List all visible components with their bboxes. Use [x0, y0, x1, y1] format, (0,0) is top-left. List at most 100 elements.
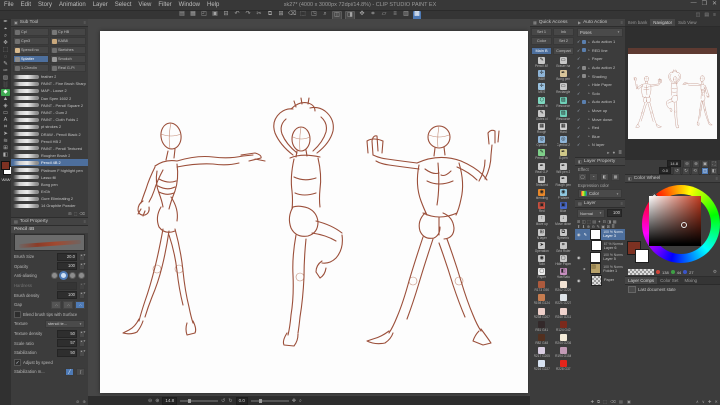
brush-item[interactable]: Gure Eliminating 2: [11, 195, 88, 202]
layer-footer-icon-0[interactable]: ✚: [591, 399, 595, 404]
quick-access-item[interactable]: ↑ Move up: [531, 214, 553, 227]
canvas[interactable]: [100, 31, 528, 393]
layer-opacity-value[interactable]: 100: [607, 209, 622, 218]
layer-row[interactable]: ◉ 100 % Normal Layer 5: [575, 251, 625, 264]
layer-footer-icon-3[interactable]: ⌫: [610, 399, 616, 404]
stabilization-mode-a[interactable]: ╱: [65, 367, 74, 376]
navigator-flip-vertical-icon[interactable]: ◧: [710, 166, 718, 175]
brush-item[interactable]: PAINT - Cloth Folds 2: [11, 116, 88, 123]
layer-row[interactable]: ◉ Paper: [575, 274, 625, 287]
auto-action-footer-icon-1[interactable]: ●: [613, 150, 616, 156]
quick-access-item[interactable]: ▢ Hide Paper: [553, 254, 575, 267]
stabilization-mode-b[interactable]: ∫: [76, 367, 85, 376]
checkbox-icon[interactable]: ✓: [577, 65, 580, 70]
selection-tool[interactable]: ⬚: [1, 47, 10, 54]
operation-tool[interactable]: ➤: [1, 131, 10, 138]
correct-line-tool[interactable]: ◧: [1, 152, 10, 159]
brush-item[interactable]: Platinum F highlight pen: [11, 166, 88, 173]
property-value[interactable]: 57: [57, 339, 77, 348]
menu-window[interactable]: Window: [179, 2, 200, 8]
texture-dropdown[interactable]: stencil te... ▼: [45, 319, 85, 329]
layer-comps-footer-icon-1[interactable]: ∨: [702, 399, 705, 404]
brush-item[interactable]: MAP - Loose 2: [11, 87, 88, 94]
quick-access-tab[interactable]: Ink: [553, 28, 574, 36]
layer-toolbar-icon[interactable]: ⬆: [577, 224, 580, 229]
color-swatch-item[interactable]: R238 G207: [531, 307, 553, 320]
status-zoom-value[interactable]: 14.8: [162, 396, 178, 405]
spinner-arrows[interactable]: ▲▼: [79, 339, 86, 348]
ruler-tool[interactable]: ⌗: [1, 124, 10, 131]
menu-story[interactable]: Story: [38, 2, 52, 8]
layer-row[interactable]: 67 % Normal Layer 6: [575, 240, 625, 252]
checkbox-icon[interactable]: ✓: [577, 134, 580, 139]
color-swatch-item[interactable]: R82 G48: [531, 333, 553, 346]
quick-access-item[interactable]: ◧ Hue/Satu: [553, 267, 575, 280]
pen-tool[interactable]: ✒: [1, 19, 10, 26]
zoom-slider[interactable]: [180, 398, 219, 403]
layer-toolbar-icon[interactable]: ⊠: [607, 224, 610, 229]
color-swatch-item[interactable]: R242 G226: [553, 280, 575, 293]
expand-arrow-icon[interactable]: ▸: [588, 134, 590, 138]
sub-tool-preset[interactable]: Spencil no: [13, 46, 49, 54]
visibility-eye-icon[interactable]: ◉: [577, 232, 582, 237]
menu-layer[interactable]: Layer: [93, 2, 108, 8]
brush-item[interactable]: pt strokes 2: [11, 123, 88, 130]
checkbox-icon[interactable]: ✓: [577, 48, 580, 53]
layer-comps-camera-icon[interactable]: ▣: [627, 399, 631, 404]
property-value[interactable]: 100: [57, 291, 77, 300]
effect-button-1[interactable]: ◔: [589, 173, 598, 182]
action-set-dropdown[interactable]: Poses ▼: [577, 28, 623, 37]
collapse-icon[interactable]: ≡: [621, 201, 623, 206]
sub-tool-preset[interactable]: Cp HB: [50, 28, 86, 36]
expand-arrow-icon[interactable]: ▸: [588, 83, 590, 87]
quick-access-item[interactable]: ▭ Eraser ha: [553, 56, 575, 69]
status-end-icon-1[interactable]: ⌕: [299, 398, 302, 404]
color-swatch-item[interactable]: R173 G90: [531, 280, 553, 293]
brush-item[interactable]: 14 Graphite Powder: [11, 202, 88, 209]
auto-action-item[interactable]: ✓ ▸ Move down: [575, 115, 625, 124]
expand-arrow-icon[interactable]: ▸: [588, 143, 590, 147]
quick-access-subtab[interactable]: Compari: [553, 47, 574, 55]
quick-access-item[interactable]: ▦ Rough: [531, 122, 553, 135]
status-end-icon-0[interactable]: ✥: [292, 398, 296, 404]
collapse-icon[interactable]: ≡: [621, 20, 623, 25]
quick-access-item[interactable]: ▨ Resource: [553, 96, 575, 109]
property-value[interactable]: 20.0: [57, 252, 77, 261]
brush-item[interactable]: ErGh: [11, 188, 88, 195]
expand-arrow-icon[interactable]: ▸: [588, 40, 590, 44]
tab-layer-comps[interactable]: Layer Comps: [625, 277, 658, 284]
sub-tool-footer-icon-1[interactable]: ⬚: [74, 211, 78, 216]
checkbox-icon[interactable]: ✓: [577, 74, 580, 79]
quick-access-subtab[interactable]: Main B: [531, 47, 552, 55]
quick-access-tab[interactable]: Color: [531, 37, 552, 45]
gradient-tool[interactable]: ◈: [1, 103, 10, 110]
spinner-arrows[interactable]: ▲▼: [79, 281, 86, 290]
menu-filter[interactable]: Filter: [158, 2, 171, 8]
rotate-left-icon[interactable]: ↺: [221, 398, 225, 404]
layer-row[interactable]: ◉ ✎ 100 % Normal Layer 3: [575, 228, 625, 241]
eyedropper-tool[interactable]: ◆: [1, 89, 10, 96]
minimize-button[interactable]: —: [691, 0, 697, 7]
checkbox[interactable]: ✓: [14, 358, 21, 366]
text-tool[interactable]: A: [1, 117, 10, 124]
quick-access-item[interactable]: ▣ Red: [531, 201, 553, 214]
collapse-icon[interactable]: ≡: [84, 20, 86, 25]
quick-access-item[interactable]: ◉ P Water: [553, 188, 575, 201]
rotation-slider-handle[interactable]: [258, 398, 262, 403]
quick-access-item[interactable]: ◉ Solo: [531, 254, 553, 267]
sub-tool-footer-icon-2[interactable]: ⌫: [79, 211, 85, 216]
quick-access-item[interactable]: ➤ Operation: [531, 241, 553, 254]
expand-arrow-icon[interactable]: ▸: [588, 48, 590, 52]
navigator-rotate-icon-2[interactable]: ⟲: [691, 166, 699, 175]
sub-tool-preset[interactable]: KAB8: [50, 37, 86, 45]
quick-access-item[interactable]: ✒ Will pen 2: [553, 162, 575, 175]
sub-tool-preset[interactable]: 1-Checlin: [13, 64, 49, 72]
anti-aliasing-option[interactable]: [69, 272, 76, 280]
auto-action-item[interactable]: ✓ ▸ Paper: [575, 55, 625, 64]
menu-edit[interactable]: Edit: [21, 2, 31, 8]
brush-item[interactable]: Bong pen: [11, 181, 88, 188]
property-value[interactable]: 100: [57, 262, 77, 271]
saturation-value-square[interactable]: [649, 196, 701, 246]
brush-item[interactable]: PAINT - Pencil Square 2: [11, 102, 88, 109]
quick-access-item[interactable]: ✎ Pencil 4b: [531, 148, 553, 161]
